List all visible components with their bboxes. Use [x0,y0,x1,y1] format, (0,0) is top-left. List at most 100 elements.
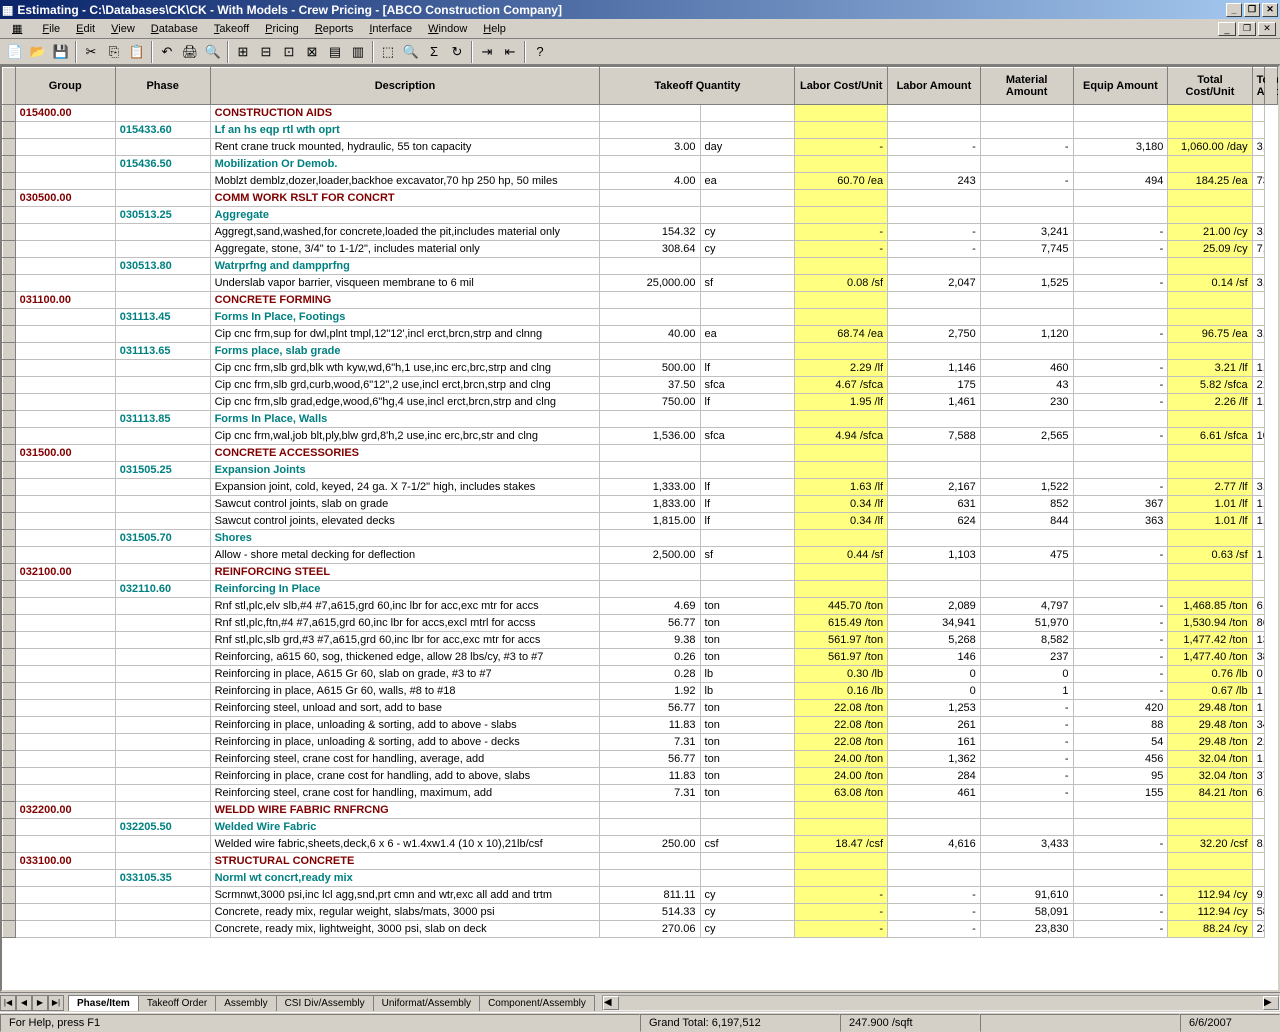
description-cell[interactable]: Concrete, ready mix, regular weight, sla… [210,904,600,921]
column-header[interactable]: Group [15,68,115,105]
labor-amount-cell[interactable]: 146 [888,649,981,666]
phase-cell[interactable]: 031113.65 [115,343,210,360]
item-icon[interactable]: ⊞ [232,41,254,63]
labor-cost-unit-cell[interactable]: 4.67 /sfca [795,377,888,394]
row-header[interactable] [3,853,16,870]
material-amount-cell[interactable]: - [980,139,1073,156]
total-cost-unit-cell[interactable]: 29.48 /ton [1168,700,1252,717]
total-cost-unit-cell[interactable]: 5.82 /sfca [1168,377,1252,394]
table-row[interactable]: Expansion joint, cold, keyed, 24 ga. X 7… [3,479,1278,496]
material-amount-cell[interactable]: 0 [980,666,1073,683]
description-cell[interactable]: Aggregate, stone, 3/4" to 1-1/2", includ… [210,241,600,258]
total-cost-unit-cell[interactable]: 112.94 /cy [1168,887,1252,904]
equip-amount-cell[interactable]: - [1073,836,1168,853]
table-row[interactable]: 033105.35Norml wt concrt,ready mix [3,870,1278,887]
table-row[interactable]: 015436.50Mobilization Or Demob. [3,156,1278,173]
unit-cell[interactable]: ea [700,326,795,343]
table-row[interactable]: 032200.00WELDD WIRE FABRIC RNFRCNG [3,802,1278,819]
cut-icon[interactable]: ✂ [80,41,102,63]
unit-cell[interactable]: lf [700,360,795,377]
tab-component-assembly[interactable]: Component/Assembly [479,995,595,1011]
table-row[interactable]: 015433.60Lf an hs eqp rtl wth oprt [3,122,1278,139]
unit-cell[interactable]: ton [700,768,795,785]
scroll-right-icon[interactable]: ▶ [1263,996,1279,1010]
menu-takeoff[interactable]: Takeoff [206,21,257,37]
menu-help[interactable]: Help [475,21,514,37]
table-row[interactable]: Rnf stl,plc,elv slb,#4 #7,a615,grd 60,in… [3,598,1278,615]
equip-amount-cell[interactable]: - [1073,224,1168,241]
row-header[interactable] [3,326,16,343]
row-header[interactable] [3,581,16,598]
description-cell[interactable]: Cip cnc frm,sup for dwl,plnt tmpl,12"12'… [210,326,600,343]
qty-cell[interactable]: 4.00 [600,173,700,190]
description-cell[interactable]: Reinforcing, a615 60, sog, thickened edg… [210,649,600,666]
total-amount-cell[interactable]: 23,830 [1252,921,1265,938]
unit-cell[interactable]: ton [700,615,795,632]
tab-uniformat-assembly[interactable]: Uniformat/Assembly [373,995,480,1011]
unit-cell[interactable]: lf [700,513,795,530]
total-amount-cell[interactable]: 349 [1252,717,1265,734]
print-icon[interactable]: 🖨 [179,41,201,63]
labor-amount-cell[interactable]: 161 [888,734,981,751]
description-cell[interactable]: Rnf stl,plc,slb grd,#3 #7,a615,grd 60,in… [210,632,600,649]
description-cell[interactable]: Concrete, ready mix, lightweight, 3000 p… [210,921,600,938]
description-cell[interactable]: Welded wire fabric,sheets,deck,6 x 6 - w… [210,836,600,853]
digitizer-icon[interactable]: ⬚ [377,41,399,63]
phase-cell[interactable]: 032110.60 [115,581,210,598]
total-amount-cell[interactable]: 1,578 [1252,547,1265,564]
qty-cell[interactable]: 56.77 [600,700,700,717]
labor-cost-unit-cell[interactable]: 0.16 /lb [795,683,888,700]
row-header[interactable] [3,649,16,666]
equip-amount-cell[interactable]: 367 [1073,496,1168,513]
labor-amount-cell[interactable]: - [888,139,981,156]
material-amount-cell[interactable]: - [980,717,1073,734]
row-header[interactable] [3,173,16,190]
tab-prev-icon[interactable]: ◀ [16,995,32,1011]
total-cost-unit-cell[interactable]: 21.00 /cy [1168,224,1252,241]
column-header[interactable]: Labor Cost/Unit [795,68,888,105]
phase-cell[interactable]: 031505.70 [115,530,210,547]
column-header[interactable]: Labor Amount [888,68,981,105]
total-cost-unit-cell[interactable]: 0.67 /lb [1168,683,1252,700]
table-row[interactable]: Aggregate, stone, 3/4" to 1-1/2", includ… [3,241,1278,258]
table-row[interactable]: 030513.25Aggregate [3,207,1278,224]
total-cost-unit-cell[interactable]: 3.21 /lf [1168,360,1252,377]
table-row[interactable]: Cip cnc frm,sup for dwl,plnt tmpl,12"12'… [3,326,1278,343]
labor-amount-cell[interactable]: 0 [888,683,981,700]
qty-cell[interactable]: 3.00 [600,139,700,156]
row-header[interactable] [3,717,16,734]
description-cell[interactable]: Rent crane truck mounted, hydraulic, 55 … [210,139,600,156]
labor-cost-unit-cell[interactable]: 1.63 /lf [795,479,888,496]
unit-cell[interactable]: lb [700,683,795,700]
description-cell[interactable]: Reinforcing in place, crane cost for han… [210,768,600,785]
description-cell[interactable]: Expansion joint, cold, keyed, 24 ga. X 7… [210,479,600,496]
labor-amount-cell[interactable]: 4,616 [888,836,981,853]
description-cell[interactable]: Sawcut control joints, elevated decks [210,513,600,530]
refresh-icon[interactable]: ↻ [446,41,468,63]
undo-icon[interactable]: ↶ [156,41,178,63]
equip-amount-cell[interactable]: 363 [1073,513,1168,530]
labor-cost-unit-cell[interactable]: 2.29 /lf [795,360,888,377]
total-cost-unit-cell[interactable]: 32.04 /ton [1168,768,1252,785]
table-row[interactable]: Concrete, ready mix, regular weight, sla… [3,904,1278,921]
description-cell[interactable]: Expansion Joints [210,462,600,479]
column-header[interactable]: Total Amount [1252,68,1265,105]
menu-view[interactable]: View [103,21,143,37]
maximize-button[interactable]: ❐ [1244,3,1260,17]
labor-cost-unit-cell[interactable]: 22.08 /ton [795,700,888,717]
phase-cell[interactable]: 032205.50 [115,819,210,836]
description-cell[interactable]: Cip cnc frm,slb grd,blk wth kyw,wd,6"h,1… [210,360,600,377]
row-header[interactable] [3,751,16,768]
row-header[interactable] [3,122,16,139]
labor-amount-cell[interactable]: - [888,241,981,258]
mdi-minimize-button[interactable]: _ [1218,22,1236,36]
save-icon[interactable]: 💾 [50,41,72,63]
menu-file[interactable]: File [34,21,68,37]
total-amount-cell[interactable]: 1,819 [1252,751,1265,768]
row-header[interactable] [3,887,16,904]
total-cost-unit-cell[interactable]: 1.01 /lf [1168,513,1252,530]
column-header[interactable]: Phase [115,68,210,105]
description-cell[interactable]: Norml wt concrt,ready mix [210,870,600,887]
table-row[interactable]: Welded wire fabric,sheets,deck,6 x 6 - w… [3,836,1278,853]
qty-cell[interactable]: 0.28 [600,666,700,683]
